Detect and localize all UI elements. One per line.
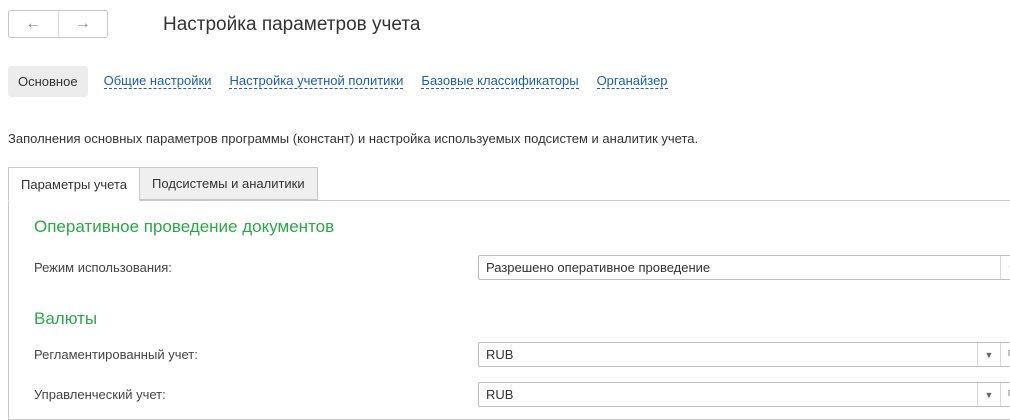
management-currency-label: Управленческий учет: — [34, 387, 166, 402]
tab-bar: Параметры учета Подсистемы и аналитики — [8, 167, 318, 201]
arrow-right-icon: → — [74, 15, 91, 32]
section-tab-main[interactable]: Основное — [8, 65, 88, 97]
page-description: Заполнения основных параметров программы… — [8, 131, 699, 146]
arrow-left-icon: ← — [25, 15, 42, 32]
regulated-currency-value: RUB — [486, 347, 514, 362]
management-currency-value: RUB — [486, 387, 514, 402]
management-currency-field[interactable]: RUB ▼ ⧉ — [478, 382, 1010, 407]
group-title-posting: Оперативное проведение документов — [34, 217, 335, 236]
back-button[interactable]: ← — [9, 11, 58, 37]
forward-button[interactable]: → — [57, 11, 108, 37]
regulated-currency-label: Регламентированный учет: — [34, 347, 198, 362]
tab-accounting-parameters[interactable]: Параметры учета — [8, 167, 141, 201]
group-title-currencies: Валюты — [34, 309, 98, 328]
tab-subsystems-analytics[interactable]: Подсистемы и аналитики — [139, 167, 318, 200]
section-link-base-classifiers[interactable]: Базовые классификаторы — [421, 73, 579, 89]
open-icon[interactable]: ⧉ — [1000, 383, 1010, 406]
dropdown-icon[interactable]: ▼ — [1000, 256, 1010, 279]
posting-mode-label: Режим использования: — [34, 260, 172, 275]
posting-mode-select[interactable]: Разрешено оперативное проведение ▼ — [478, 255, 1010, 280]
page-title: Настройка параметров учета — [163, 14, 421, 35]
tab-panel: Оперативное проведение документов Режим … — [8, 200, 1010, 420]
open-icon[interactable]: ⧉ — [1000, 343, 1010, 366]
section-navigation: Основное Общие настройки Настройка учетн… — [8, 64, 668, 98]
posting-mode-value: Разрешено оперативное проведение — [486, 260, 711, 275]
regulated-currency-field[interactable]: RUB ▼ ⧉ — [478, 342, 1010, 367]
dropdown-icon[interactable]: ▼ — [977, 383, 1000, 406]
history-nav: ← → — [8, 10, 108, 38]
dropdown-icon[interactable]: ▼ — [977, 343, 1000, 366]
section-link-general-settings[interactable]: Общие настройки — [103, 73, 212, 89]
section-link-organizer[interactable]: Органайзер — [596, 73, 668, 89]
section-link-accounting-policy[interactable]: Настройка учетной политики — [229, 73, 404, 89]
